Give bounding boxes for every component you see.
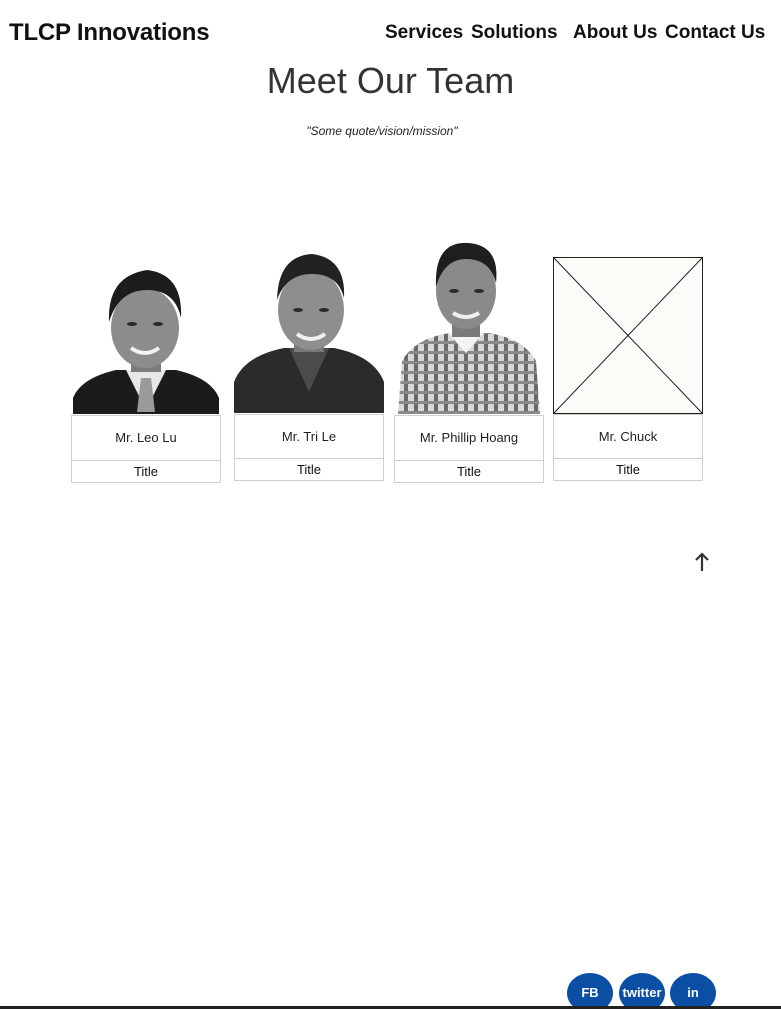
team-member-title: Title: [553, 458, 703, 481]
nav-about-link[interactable]: About Us: [573, 22, 657, 44]
brand-logo-text[interactable]: TLCP Innovations: [9, 19, 210, 47]
team-member-title: Title: [394, 460, 544, 483]
team-member-name: Mr. Phillip Hoang: [394, 415, 544, 461]
image-placeholder: [553, 257, 703, 414]
nav-solutions-link[interactable]: Solutions: [471, 22, 558, 44]
portrait-photo: [71, 260, 221, 414]
linkedin-button[interactable]: in: [670, 973, 716, 1009]
twitter-button[interactable]: twitter: [619, 973, 665, 1009]
team-member-name: Mr. Leo Lu: [71, 415, 221, 461]
team-page: TLCP Innovations Services Solutions Abou…: [0, 0, 781, 1009]
facebook-button[interactable]: FB: [567, 973, 613, 1009]
team-member-title: Title: [71, 460, 221, 483]
mission-quote: "Some quote/vision/mission": [306, 124, 458, 138]
team-member-name: Mr. Chuck: [553, 414, 703, 459]
arrow-up-icon[interactable]: [693, 551, 711, 573]
team-member-name: Mr. Tri Le: [234, 414, 384, 459]
nav-services-link[interactable]: Services: [385, 22, 463, 44]
portrait-photo: [234, 252, 384, 413]
portrait-photo: [394, 241, 544, 414]
page-title: Meet Our Team: [266, 60, 515, 101]
team-member-title: Title: [234, 458, 384, 481]
nav-contact-link[interactable]: Contact Us: [665, 22, 765, 44]
